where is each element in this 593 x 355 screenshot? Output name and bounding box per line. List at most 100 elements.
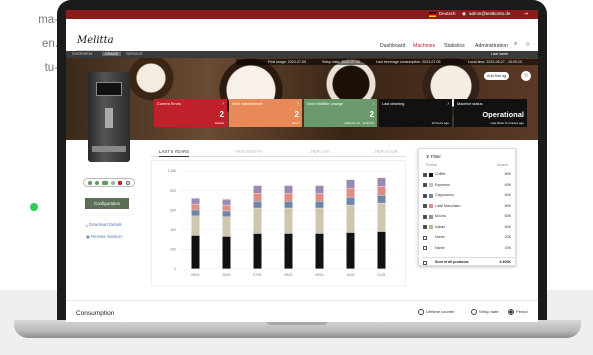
user-email[interactable]: admin@testkonto.de <box>469 11 510 16</box>
user-icon[interactable]: ◉ <box>462 11 466 17</box>
nav-machines[interactable]: Machines <box>413 43 435 49</box>
bar-segment[interactable] <box>253 201 262 208</box>
status-tile[interactable]: Current Errors › 2 Details <box>154 99 227 127</box>
bar-segment[interactable] <box>377 203 386 232</box>
status-tile[interactable]: Next maintenance › 2 Error <box>229 99 302 127</box>
download-details-link[interactable]: ⤓ Download Details <box>86 222 122 227</box>
language-select[interactable]: Deutsch <box>439 11 456 16</box>
y-tick-label: 600 <box>170 208 176 212</box>
bar-segment[interactable] <box>377 231 386 269</box>
checkbox[interactable] <box>423 172 427 177</box>
status-tile[interactable]: Next milkfilter change › 2 2023-07-13 · 12:… <box>304 99 377 127</box>
color-swatch <box>429 235 433 240</box>
bar-segment[interactable] <box>346 179 355 189</box>
bar-segment[interactable] <box>315 201 324 208</box>
bar-segment[interactable] <box>222 211 231 217</box>
nav-statistics[interactable]: Statistics <box>444 43 465 49</box>
checkbox[interactable] <box>423 225 427 229</box>
filter-row[interactable]: Coffee 60K <box>423 171 515 179</box>
tab-per-hour[interactable]: PER HOUR <box>375 149 398 154</box>
checkbox[interactable] <box>423 193 427 198</box>
status-dot-icon <box>88 180 92 185</box>
radio-lifetime-counter[interactable]: Lifetime counter <box>418 309 454 315</box>
laptop-screen: Deutsch ◉ admin@testkonto.de ⇥ Melitta P… <box>66 10 538 322</box>
radio-dot[interactable] <box>471 309 477 315</box>
bar-segment[interactable] <box>253 185 262 194</box>
checkbox[interactable] <box>423 246 427 250</box>
bar-segment[interactable] <box>191 235 200 269</box>
nav-administration[interactable]: Administration <box>475 43 508 49</box>
bar-segment[interactable] <box>315 193 324 201</box>
remote-session-link[interactable]: ▣ Remote Session <box>86 234 122 239</box>
tab-usage[interactable]: USAGE <box>102 52 122 56</box>
melitta-logo[interactable]: Melitta <box>77 35 114 46</box>
radio-period[interactable]: Period <box>508 309 528 315</box>
tile-subtitle: Details <box>214 121 224 125</box>
filter-total-row[interactable]: Sum of all products 3.400K <box>423 257 515 265</box>
filter-row[interactable]: Name 20K <box>423 245 515 253</box>
filter-row[interactable]: Kakao 60K <box>423 224 515 232</box>
bar-segment[interactable] <box>222 217 231 237</box>
star-icon[interactable]: ☆ <box>525 41 530 48</box>
bar-segment[interactable] <box>191 198 200 204</box>
bar-segment[interactable] <box>284 201 293 208</box>
checkbox[interactable] <box>423 235 427 240</box>
add-favorite-button[interactable]: Add first ag <box>484 72 510 80</box>
configuration-button[interactable]: Configuration <box>85 198 129 209</box>
bar-segment[interactable] <box>346 205 355 233</box>
bar-segment[interactable] <box>377 177 386 187</box>
local-time: Local time: 2023-09-27 - 15:00:10 <box>468 59 522 64</box>
bar-segment[interactable] <box>191 210 200 216</box>
filter-row[interactable]: Mocha 60K <box>423 213 515 221</box>
logout-icon[interactable]: ⇥ <box>524 11 528 17</box>
bar-segment[interactable] <box>284 193 293 201</box>
tab-per-month[interactable]: PER MONTH <box>236 149 262 154</box>
bar-segment[interactable] <box>284 208 293 234</box>
filter-row[interactable]: Name 20K <box>423 234 515 242</box>
bar-segment[interactable] <box>253 208 262 234</box>
bar-segment[interactable] <box>222 236 231 269</box>
bar-segment[interactable] <box>253 193 262 201</box>
bar-segment[interactable] <box>315 185 324 194</box>
nav-dashboard[interactable]: Dashboard <box>380 43 405 49</box>
bar-segment[interactable] <box>284 233 293 269</box>
bar-segment[interactable] <box>377 186 386 196</box>
y-tick-label: 800 <box>170 189 176 193</box>
tab-overview[interactable]: OVERVIEW <box>72 52 92 56</box>
sub-tab-bar: OVERVIEW USAGE SERVICE Last week <box>66 51 538 58</box>
bar-segment[interactable] <box>222 199 231 205</box>
bar-segment[interactable] <box>377 195 386 203</box>
radio-dot[interactable] <box>418 309 424 315</box>
bar-segment[interactable] <box>284 185 293 194</box>
tab-last-5-years[interactable]: LAST 5 YEARS <box>159 149 189 157</box>
last-week-select[interactable]: Last week <box>491 52 508 56</box>
product-amount: 20K <box>504 235 511 239</box>
checkbox[interactable] <box>423 214 427 219</box>
bar-segment[interactable] <box>315 208 324 234</box>
refresh-icon[interactable] <box>126 180 130 185</box>
product-name: Espresso <box>435 182 450 187</box>
search-icon[interactable]: ⌕ <box>514 41 517 48</box>
bar-segment[interactable] <box>346 188 355 198</box>
bar-segment[interactable] <box>346 232 355 269</box>
checkbox[interactable] <box>423 183 427 187</box>
bar-segment[interactable] <box>346 197 355 205</box>
tab-per-day[interactable]: PER DAY <box>311 149 330 154</box>
status-tile[interactable]: Machine status Operational Last Data: 5 mi… <box>454 99 527 127</box>
bar-segment[interactable] <box>191 204 200 210</box>
checkbox[interactable] <box>423 204 427 208</box>
bar-segment[interactable] <box>315 233 324 269</box>
checkbox[interactable] <box>423 260 427 265</box>
y-tick-label: 0 <box>174 267 176 271</box>
bar-segment[interactable] <box>191 216 200 236</box>
filter-row[interactable]: Espresso 60K <box>423 182 515 190</box>
tab-service[interactable]: SERVICE <box>126 52 143 56</box>
bar-segment[interactable] <box>253 233 262 269</box>
radio-setup-date[interactable]: Setup date <box>471 309 498 315</box>
radio-dot[interactable] <box>508 309 514 315</box>
favorite-star-icon[interactable]: ☆ <box>521 71 531 81</box>
filter-row[interactable]: Latte Macchiato 60K <box>423 203 515 211</box>
filter-row[interactable]: Cappuccino 60K <box>423 192 515 200</box>
status-tile[interactable]: Last cleaning › 12 hours ago <box>379 99 452 127</box>
bar-segment[interactable] <box>222 205 231 211</box>
